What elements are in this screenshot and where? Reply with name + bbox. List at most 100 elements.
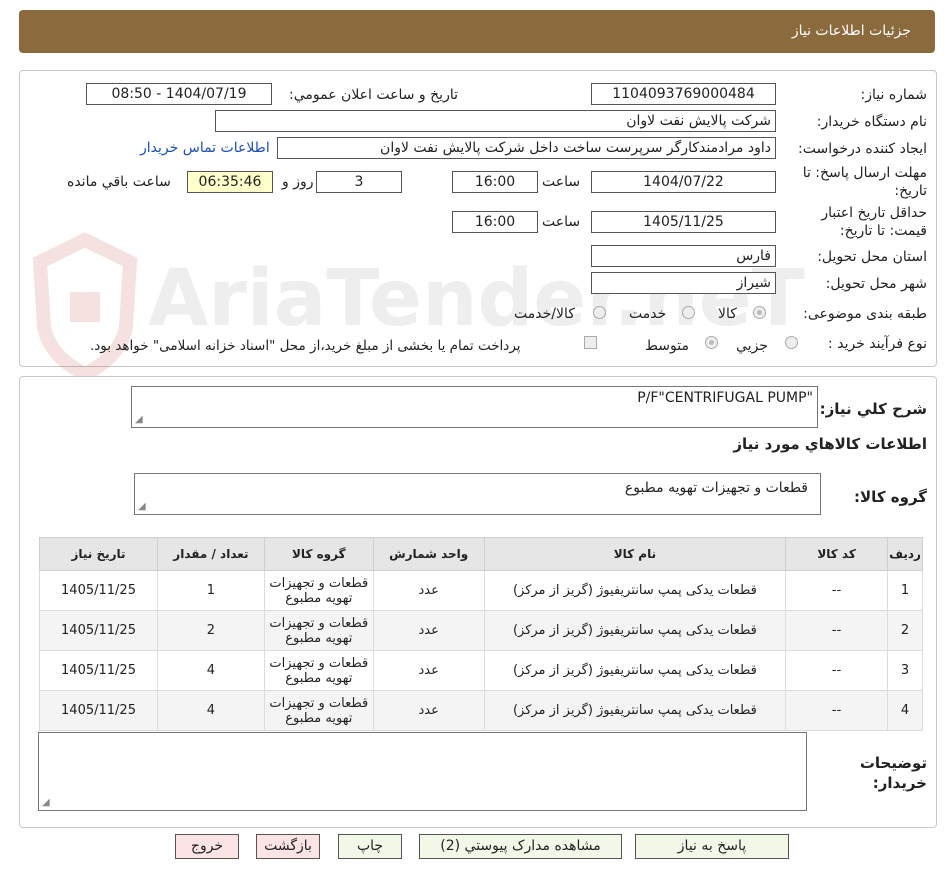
table-row[interactable]: 3 -- قطعات یدکی پمپ سانتریفیوژ (گریز از … (39, 650, 923, 691)
item-need-date: 1405/11/25 (39, 650, 158, 691)
category-radio-service[interactable] (682, 306, 695, 319)
column-header: تعداد / مقدار (157, 537, 265, 571)
province-field[interactable]: فارس (591, 245, 776, 267)
deadline-time-label: ساعت (542, 174, 581, 190)
reply-button[interactable]: پاسخ به نیاز (635, 834, 789, 859)
item-unit: عدد (372, 610, 485, 651)
item-name: قطعات یدکی پمپ سانتریفیوژ (گریز از مرکز) (483, 570, 787, 611)
goods-group-textarea[interactable]: قطعات و تجهیزات تهویه مطبوع ◢ (134, 473, 821, 515)
item-unit: عدد (372, 570, 485, 611)
table-row[interactable]: 1 -- قطعات یدکی پمپ سانتریفیوژ (گریز از … (39, 570, 923, 611)
payment-note: پرداخت تمام يا بخشی از مبلغ خريد،از محل … (90, 338, 521, 354)
item-quantity: 4 (157, 690, 265, 731)
category-option-goods-service: کالا/خدمت (514, 306, 575, 322)
item-group: قطعات و تجهیزات تهویه مطبوع (263, 570, 374, 611)
validity-label-2: قیمت: تا تاریخ: (839, 223, 927, 239)
days-count-field[interactable]: 3 (316, 171, 402, 193)
announce-date-label: تاریخ و ساعت اعلان عمومي: (289, 87, 458, 103)
announce-date-field[interactable]: 1404/07/19 - 08:50 (86, 83, 272, 105)
creator-label: ایجاد کننده درخواست: (798, 141, 927, 157)
shield-logo-icon (32, 232, 138, 382)
item-name: قطعات یدکی پمپ سانتریفیوژ (گریز از مرکز) (483, 650, 787, 691)
city-label: شهر محل تحویل: (825, 276, 927, 292)
item-code: -- (785, 690, 889, 731)
city-field[interactable]: شیراز (591, 272, 776, 294)
row-number: 1 (887, 570, 923, 611)
deadline-label: مهلت ارسال پاسخ: تا (802, 165, 927, 181)
deadline-time-field[interactable]: 16:00 (452, 171, 538, 193)
item-group: قطعات و تجهیزات تهویه مطبوع (263, 650, 374, 691)
need-number-field[interactable]: 1104093769000484 (591, 83, 776, 105)
buyer-org-field[interactable]: شرکت پالايش نفت لاوان (215, 110, 776, 132)
row-number: 2 (887, 610, 923, 651)
resize-grip-icon[interactable]: ◢ (138, 501, 146, 512)
category-radio-goods[interactable] (753, 306, 766, 319)
process-option-medium: متوسط (645, 338, 689, 354)
category-option-service: خدمت (629, 306, 667, 322)
need-number-label: شماره نیاز: (860, 87, 928, 103)
description-label: شرح کلي نياز: (819, 400, 927, 418)
resize-grip-icon[interactable]: ◢ (42, 797, 50, 808)
validity-time-field[interactable]: 16:00 (452, 211, 538, 233)
row-number: 3 (887, 650, 923, 691)
remaining-time-field: 06:35:46 (187, 171, 273, 193)
column-header: واحد شمارش (372, 537, 485, 571)
resize-grip-icon[interactable]: ◢ (135, 414, 143, 425)
buyer-notes-label-2: خریدار: (872, 774, 927, 792)
item-name: قطعات یدکی پمپ سانتریفیوژ (گریز از مرکز) (483, 690, 787, 731)
buyer-notes-textarea[interactable]: ◢ (38, 732, 807, 811)
process-label: نوع فرآیند خرید : (828, 336, 927, 352)
province-label: استان محل تحویل: (817, 249, 927, 265)
category-label: طبقه بندی موضوعی: (803, 306, 927, 322)
column-header: گروه کالا (263, 537, 374, 571)
deadline-date-field[interactable]: 1404/07/22 (591, 171, 776, 193)
print-button[interactable]: چاپ (338, 834, 402, 859)
item-unit: عدد (372, 690, 485, 731)
table-row[interactable]: 4 -- قطعات یدکی پمپ سانتریفیوژ (گریز از … (39, 690, 923, 731)
buyer-contact-link[interactable]: اطلاعات تماس خریدار (140, 140, 270, 156)
table-row[interactable]: 2 -- قطعات یدکی پمپ سانتریفیوژ (گریز از … (39, 610, 923, 651)
page-header: جزئیات اطلاعات نیاز (19, 10, 935, 53)
item-need-date: 1405/11/25 (39, 570, 158, 611)
table-header-row: ردیف کد کالا نام کالا واحد شمارش گروه کا… (39, 537, 923, 571)
treasury-checkbox[interactable] (584, 336, 597, 349)
process-radio-minor[interactable] (785, 336, 798, 349)
description-textarea[interactable]: P/F"CENTRIFUGAL PUMP" ◢ (131, 386, 818, 428)
page-title: جزئیات اطلاعات نیاز (791, 23, 911, 39)
validity-time-label: ساعت (542, 214, 581, 230)
item-need-date: 1405/11/25 (39, 610, 158, 651)
category-option-goods: کالا (718, 306, 737, 322)
process-radio-medium[interactable] (705, 336, 718, 349)
validity-label: حداقل تاریخ اعتبار (821, 205, 927, 221)
goods-group-text: قطعات و تجهیزات تهویه مطبوع (624, 480, 808, 496)
item-name: قطعات یدکی پمپ سانتریفیوژ (گریز از مرکز) (483, 610, 787, 651)
validity-date-field[interactable]: 1405/11/25 (591, 211, 776, 233)
item-code: -- (785, 610, 889, 651)
item-unit: عدد (372, 650, 485, 691)
view-attachments-button[interactable]: مشاهده مدارک پیوستي (2) (419, 834, 622, 859)
creator-field[interactable]: داود مرادمندکارگر سرپرست ساخت داخل شرکت … (277, 137, 776, 159)
item-group: قطعات و تجهیزات تهویه مطبوع (263, 610, 374, 651)
items-table: ردیف کد کالا نام کالا واحد شمارش گروه کا… (39, 537, 923, 731)
column-header: کد کالا (785, 537, 889, 571)
column-header: ردیف (887, 537, 923, 571)
remaining-time-label: ساعت باقي مانده (67, 174, 171, 190)
buyer-notes-label: توضیحات (859, 754, 927, 772)
item-need-date: 1405/11/25 (39, 690, 158, 731)
goods-group-label: گروه کالا: (854, 488, 927, 506)
buyer-org-label: نام دستگاه خریدار: (816, 114, 927, 130)
column-header: تاریخ نیاز (39, 537, 158, 571)
day-and-label: روز و (282, 174, 314, 190)
item-quantity: 1 (157, 570, 265, 611)
exit-button[interactable]: خروج (175, 834, 239, 859)
category-radio-goods-service[interactable] (593, 306, 606, 319)
item-code: -- (785, 570, 889, 611)
item-group: قطعات و تجهیزات تهویه مطبوع (263, 690, 374, 731)
row-number: 4 (887, 690, 923, 731)
item-quantity: 2 (157, 610, 265, 651)
back-button[interactable]: بازگشت (256, 834, 320, 859)
item-quantity: 4 (157, 650, 265, 691)
item-code: -- (785, 650, 889, 691)
column-header: نام کالا (483, 537, 787, 571)
watermark-text: AriaTender.neT (148, 254, 805, 344)
